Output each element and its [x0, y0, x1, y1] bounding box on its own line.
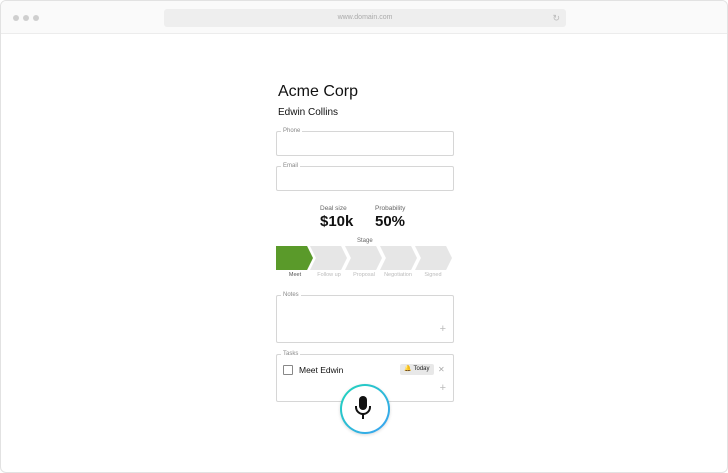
email-field[interactable]: Email: [276, 162, 454, 191]
close-icon[interactable]: ✕: [438, 365, 445, 374]
deal-size-value[interactable]: $10k: [320, 213, 353, 230]
task-due-badge[interactable]: 🔔 Today: [400, 364, 434, 375]
stage-step-label: Negotiation: [384, 272, 412, 278]
company-name: Acme Corp: [278, 83, 359, 100]
browser-window: www.domain.com ↻ Acme Corp Edwin Collins…: [0, 0, 728, 473]
window-close-dot[interactable]: [13, 15, 19, 21]
stage-step-signed[interactable]: [415, 246, 452, 270]
window-minimize-dot[interactable]: [23, 15, 29, 21]
window-maximize-dot[interactable]: [33, 15, 39, 21]
stage-step-proposal[interactable]: [345, 246, 382, 270]
probability-value[interactable]: 50%: [375, 213, 405, 230]
phone-field[interactable]: Phone: [276, 127, 454, 156]
stage-pipeline: [276, 246, 454, 270]
plus-icon[interactable]: +: [440, 383, 446, 394]
browser-titlebar: www.domain.com ↻: [1, 1, 727, 34]
task-text[interactable]: Meet Edwin: [299, 365, 343, 375]
stage-step-label: Meet: [288, 272, 302, 278]
stage-step-label: Signed: [424, 272, 442, 278]
notes-field-label: Notes: [281, 291, 301, 299]
notes-field[interactable]: Notes +: [276, 291, 454, 343]
plus-icon[interactable]: +: [440, 324, 446, 335]
stage-step-follow-up[interactable]: [310, 246, 347, 270]
contact-name: Edwin Collins: [278, 107, 339, 118]
stage-step-negotiation[interactable]: [380, 246, 417, 270]
microphone-icon: [355, 396, 371, 419]
stage-step-label: Follow up: [317, 272, 341, 278]
task-due-label: Today: [413, 366, 430, 372]
microphone-button[interactable]: [340, 384, 390, 434]
deal-size-label: Deal size: [320, 205, 347, 212]
stage-title: Stage: [357, 238, 373, 244]
address-bar-url: www.domain.com: [337, 14, 393, 21]
email-field-label: Email: [281, 162, 301, 170]
stage-step-label: Proposal: [353, 272, 375, 278]
tasks-panel-label: Tasks: [281, 350, 301, 358]
task-checkbox[interactable]: [283, 365, 293, 375]
phone-field-label: Phone: [281, 127, 303, 135]
probability-label: Probability: [375, 205, 406, 212]
stage-step-meet[interactable]: [276, 246, 313, 270]
bell-icon: 🔔: [404, 366, 412, 372]
reload-icon[interactable]: ↻: [552, 9, 560, 27]
address-bar[interactable]: www.domain.com ↻: [164, 9, 566, 27]
